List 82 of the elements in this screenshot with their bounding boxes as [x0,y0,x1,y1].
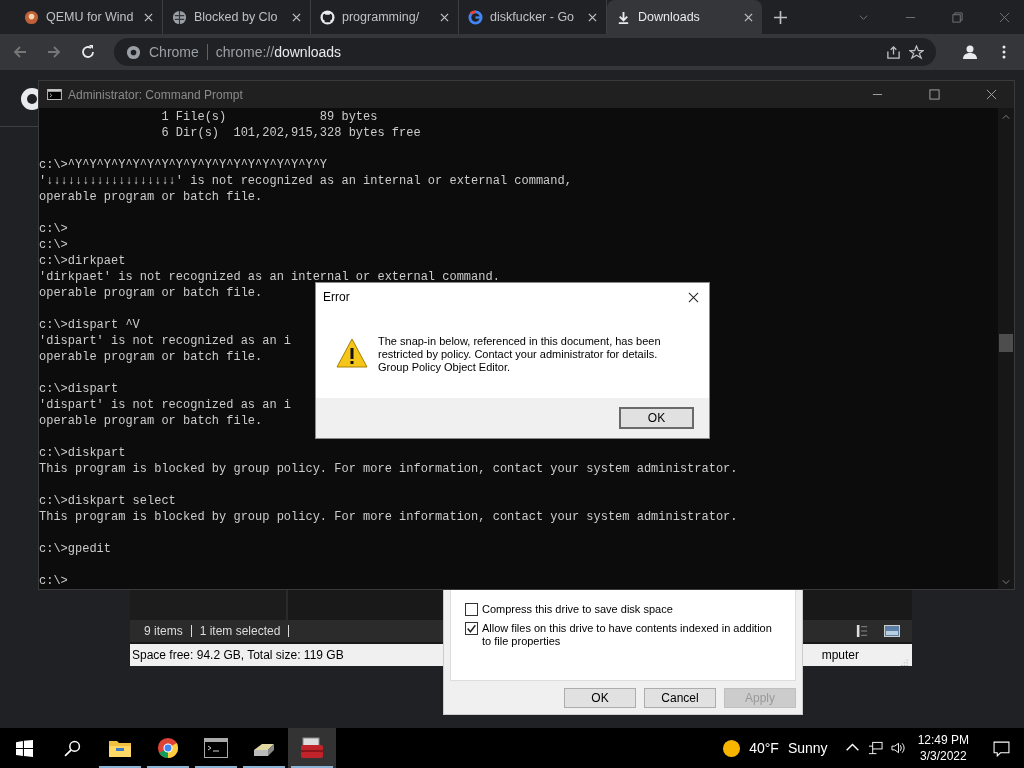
forward-icon[interactable] [46,44,62,60]
console-line: 'dirkpaet' is not recognized as an internal or external command. [39,270,500,284]
checkbox-label: Compress this drive to save disk space [482,603,674,616]
console-icon [47,89,62,100]
console-line: 'dispart' is not recognized as an i [39,398,292,412]
star-icon[interactable] [909,44,924,60]
console-line: 1 File(s) 89 bytes [160,110,378,124]
console-line: This program is blocked by group policy. For more information, contact your system administrator. [39,462,738,476]
scrollbar[interactable] [998,108,1014,589]
checkbox-label: Allow files on this drive to have contents indexed in addition to file properties [482,622,773,648]
dialog-title: Error [323,290,350,304]
window-title: Administrator: Command Prompt [68,87,243,102]
checkbox[interactable] [465,603,478,616]
browser-tab[interactable]: Downloads [607,0,762,34]
console-line: This program is blocked by group policy. For more information, contact your system administrator. [39,510,738,524]
temperature-text: 40°F [749,740,779,756]
scroll-thumb[interactable] [999,334,1013,352]
dialog-button[interactable]: Cancel [644,688,716,708]
console-line: operable program or batch file. [39,190,263,204]
details-view-icon[interactable] [854,625,870,637]
toolbox-icon [300,737,324,759]
console-line: c:\>dirkpaet [39,254,126,268]
tab-title: Downloads [638,10,701,24]
sun-icon [722,738,742,758]
tab-title: programming/ [342,10,421,24]
share-icon[interactable] [886,44,901,60]
restore-icon[interactable] [952,11,963,23]
globe-icon [172,9,187,25]
address-bar[interactable]: Chrome chrome://downloads [114,38,936,66]
scroll-up-icon[interactable] [1002,114,1010,120]
tab-title: diskfucker - Go [490,10,576,24]
maximize-icon[interactable] [929,89,940,100]
error-message: The snap-in below, referenced in this document, has been restricted by policy. Contact your administrator for details. [378,335,662,361]
tab-title: Blocked by Clo [194,10,279,24]
console-line: c:\>^Y^Y^Y^Y^Y^Y^Y^Y^Y^Y^Y^Y^Y^Y^Y^Y^Y^Y [39,158,328,172]
clock-date[interactable]: 3/3/2022 [919,748,967,764]
clock-time[interactable]: 12:49 PM [917,732,969,748]
notification-icon[interactable] [993,739,1010,757]
error-detail: Group Policy Object Editor. [378,361,512,374]
console-icon [204,737,228,759]
network-icon[interactable] [867,741,883,755]
console-line: c:\>gpedit [39,542,111,556]
start-icon[interactable] [16,739,33,757]
console-line: c:\>diskpart select [39,494,176,508]
console-line: c:\> [39,574,68,588]
console-line: c:\> [39,238,68,252]
download-icon [616,9,631,25]
console-line: operable program or batch file. [39,286,263,300]
google-icon [468,9,483,25]
avatar-icon [24,9,39,25]
console-line: operable program or batch file. [39,350,263,364]
console-line: '↓↓↓↓↓↓↓↓↓↓↓↓↓↓↓↓↓↓' is not recognized as an internal or external command, [39,174,572,188]
location-text: mputer [821,648,859,662]
taskbar-app[interactable] [288,728,336,768]
site-label: Chrome [149,44,199,60]
tab-title: QEMU for Wind [46,10,135,24]
weather-text: Sunny [787,740,828,756]
console-line: 6 Dir(s) 101,202,915,328 bytes free [160,126,421,140]
profile-icon[interactable] [962,44,978,60]
close-icon[interactable] [986,89,997,100]
console-line: c:\>dispart ^V [39,318,140,332]
console-line: operable program or batch file. [39,414,263,428]
console-line: c:\>dispart [39,382,119,396]
reload-icon[interactable] [80,44,96,60]
checkbox[interactable] [465,622,478,635]
console-line: 'dispart' is not recognized as an i [39,334,292,348]
console-line: c:\> [39,222,68,236]
drive-details: Space free: 94.2 GB, Total size: 119 GB [132,648,344,662]
close-icon[interactable] [688,291,699,303]
status-text: 1 item selected [199,624,281,638]
volume-icon[interactable] [890,741,906,755]
dialog-button[interactable]: OK [564,688,636,708]
back-icon[interactable] [12,44,28,60]
search-icon[interactable] [64,739,81,757]
new-tab-icon[interactable] [774,10,787,24]
resize-grip-icon[interactable] [899,657,908,666]
ok-button[interactable]: OK [619,407,694,429]
console-line: c:\>diskpart [39,446,126,460]
warning-icon [336,338,368,368]
picture-view-icon[interactable] [884,625,900,637]
url-text: chrome://downloads [215,44,342,60]
status-text: 9 items [144,624,183,638]
